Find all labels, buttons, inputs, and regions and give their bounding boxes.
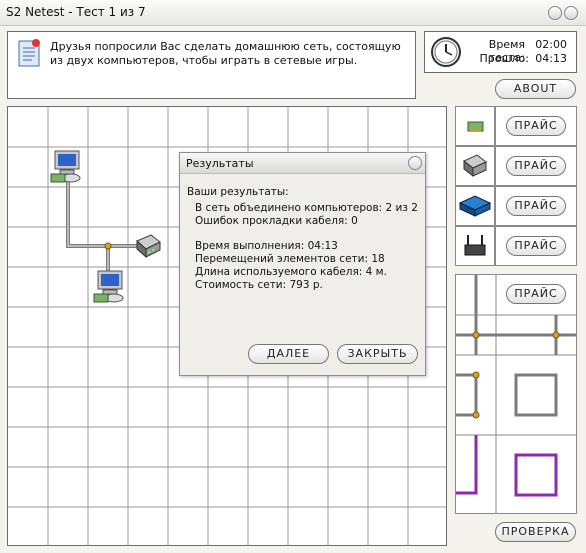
price-button[interactable]: ПРАЙС: [506, 116, 566, 136]
title-bar: S2 Netest - Тест 1 из 7: [0, 0, 586, 26]
window-title: S2 Netest - Тест 1 из 7: [6, 5, 146, 19]
palette-cell-switch[interactable]: [455, 186, 495, 226]
network-cable: [66, 179, 140, 272]
router-icon: [464, 235, 486, 256]
minimize-button[interactable]: [548, 6, 562, 20]
next-button[interactable]: ДАЛЕЕ: [248, 344, 329, 364]
computer-icon[interactable]: [92, 270, 130, 306]
palette-cell-modem[interactable]: [455, 146, 495, 186]
close-button[interactable]: ЗАКРЫТЬ: [337, 344, 418, 364]
palette-cell-network-card[interactable]: [455, 106, 495, 146]
about-button[interactable]: ABOUT: [495, 79, 576, 99]
price-button[interactable]: ПРАЙС: [506, 156, 566, 176]
timer-panel: Время теста: 02:00 Прошло: 04:13: [424, 31, 577, 73]
dialog-close-icon[interactable]: [408, 156, 422, 170]
result-line: В сеть объединено компьютеров: 2 из 2: [195, 202, 418, 214]
component-palette: ПРАЙС ПРАЙС ПРАЙС ПРАЙС: [455, 106, 577, 268]
task-description: Друзья попросили Вас сделать домашнюю се…: [50, 40, 401, 67]
result-line: Ошибок прокладки кабеля: 0: [195, 215, 358, 227]
clock-icon: [431, 37, 461, 67]
result-line: Длина используемого кабеля: 4 м.: [195, 266, 387, 278]
price-button[interactable]: ПРАЙС: [506, 284, 566, 304]
cable-palette-grid: [456, 275, 576, 513]
modem-icon[interactable]: [133, 232, 163, 260]
result-line: Перемещений элементов сети: 18: [195, 253, 385, 265]
document-icon: [18, 39, 40, 67]
close-window-button[interactable]: [564, 6, 578, 20]
time-value: 02:00: [535, 38, 567, 51]
cable-palette: ПРАЙС: [455, 274, 577, 514]
dialog-title: Результаты: [186, 157, 254, 170]
check-button[interactable]: ПРОВЕРКА: [495, 522, 576, 542]
elapsed-label: Прошло:: [479, 52, 529, 65]
modem-icon: [463, 154, 487, 178]
cable-wall-box[interactable]: [456, 371, 558, 419]
switch-icon: [458, 195, 492, 217]
result-line: Время выполнения: 04:13: [195, 240, 338, 252]
result-line: Стоимость сети: 793 р.: [195, 279, 323, 291]
computer-icon[interactable]: [49, 150, 87, 186]
results-dialog: Результаты Ваши результаты: В сеть объед…: [179, 152, 426, 376]
cable-horizontal-junctions[interactable]: [456, 315, 576, 355]
palette-cell-router[interactable]: [455, 226, 495, 266]
network-card-icon: [467, 121, 484, 132]
dialog-title-bar: Результаты: [180, 153, 425, 174]
task-panel: Друзья попросили Вас сделать домашнюю се…: [7, 31, 416, 99]
purple-cable[interactable]: [456, 435, 558, 497]
results-heading: Ваши результаты:: [187, 186, 289, 198]
price-button[interactable]: ПРАЙС: [506, 196, 566, 216]
elapsed-value: 04:13: [535, 52, 567, 65]
price-button[interactable]: ПРАЙС: [506, 236, 566, 256]
